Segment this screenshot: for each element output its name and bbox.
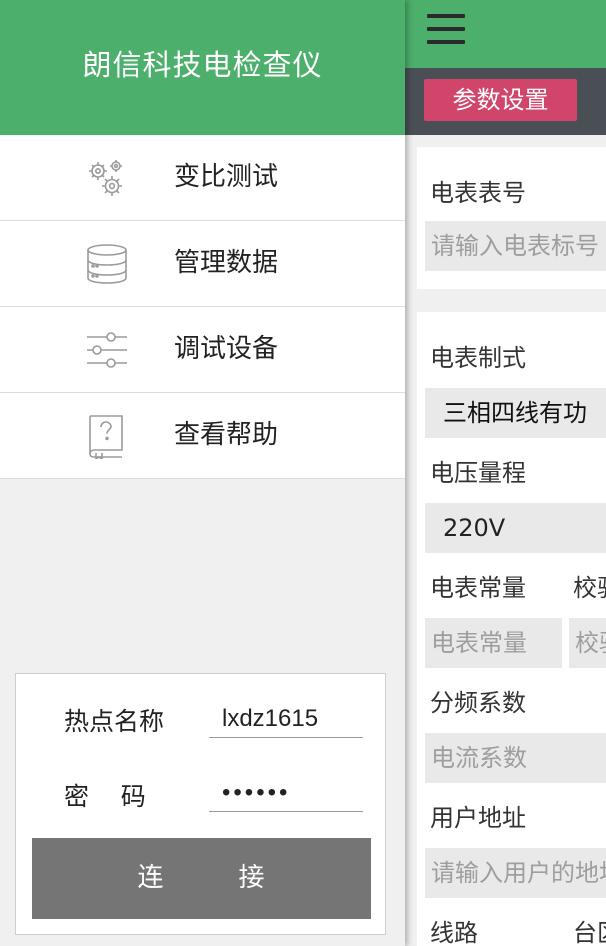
meter-number-label: 电表表号	[430, 179, 526, 207]
menu-item-manage-data[interactable]: 管理数据	[0, 221, 405, 307]
password-input[interactable]: ••••••	[209, 774, 363, 812]
meter-type-select[interactable]: 三相四线有功	[425, 388, 606, 438]
menu-item-debug-device[interactable]: 调试设备	[0, 307, 405, 393]
gears-icon	[89, 160, 122, 196]
meter-constant-input[interactable]: 电表常量	[425, 618, 562, 668]
menu-item-ratio-test[interactable]: 变比测试	[0, 135, 405, 221]
current-coefficient-input[interactable]: 电流系数	[425, 733, 606, 783]
voltage-range-label: 电压量程	[430, 459, 526, 487]
sliders-icon	[87, 332, 127, 368]
divider-coefficient-label: 分频系数	[430, 689, 526, 717]
menu-item-view-help[interactable]: 查看帮助	[0, 393, 405, 479]
verify-label: 校验	[573, 574, 606, 602]
meter-number-placeholder: 请输入电表标号	[431, 232, 599, 260]
meter-settings-card: 电表制式 三相四线有功 电压量程 220V 电表常量 校验 电表常量 校验 分频…	[417, 312, 606, 946]
navigation-drawer: 朗信科技电检查仪 变比测试 管理数据 调试设备 查看帮助 热点名称 lxdz16…	[0, 0, 405, 946]
meter-number-input[interactable]: 请输入电表标号	[425, 221, 606, 271]
verify-input[interactable]: 校验	[569, 618, 606, 668]
meter-type-value: 三相四线有功	[443, 399, 587, 427]
verify-placeholder: 校验	[575, 629, 606, 657]
user-address-placeholder: 请输入用户的地址	[431, 859, 606, 887]
hotspot-name-label: 热点名称	[64, 707, 165, 736]
menu-label-ratio-test: 变比测试	[174, 162, 279, 192]
station-area-label: 台区	[573, 919, 606, 946]
help-book-icon	[89, 415, 123, 459]
menu-label-view-help: 查看帮助	[174, 420, 279, 450]
user-address-input[interactable]: 请输入用户的地址	[425, 848, 606, 898]
top-app-bar	[405, 0, 606, 68]
connect-button[interactable]: 连 接	[32, 838, 371, 919]
tab-bar: 参数设置	[405, 68, 606, 135]
password-label: 密 码	[64, 782, 146, 811]
meter-constant-placeholder: 电表常量	[431, 629, 527, 657]
hotspot-name-input[interactable]: lxdz1615	[209, 700, 363, 738]
user-address-label: 用户地址	[430, 804, 526, 832]
tab-parameter-settings[interactable]: 参数设置	[424, 79, 577, 121]
menu-label-manage-data: 管理数据	[174, 248, 279, 278]
meter-number-card: 电表表号 请输入电表标号	[417, 147, 606, 289]
hotspot-connect-panel: 热点名称 lxdz1615 密 码 •••••• 连 接	[15, 673, 386, 935]
meter-type-label: 电表制式	[430, 344, 526, 372]
drawer-header-title: 朗信科技电检查仪	[0, 0, 405, 135]
voltage-range-select[interactable]: 220V	[425, 503, 606, 553]
drawer-menu: 变比测试 管理数据 调试设备 查看帮助	[0, 135, 405, 479]
hamburger-menu-icon[interactable]	[427, 14, 465, 46]
meter-constant-label: 电表常量	[430, 574, 526, 602]
voltage-range-value: 220V	[443, 514, 506, 542]
line-label: 线路	[430, 919, 478, 946]
current-coefficient-placeholder: 电流系数	[431, 744, 527, 772]
main-page: 参数设置 电表表号 请输入电表标号 电表制式 三相四线有功 电压量程 220V …	[405, 0, 606, 946]
menu-label-debug-device: 调试设备	[174, 334, 279, 364]
database-icon	[87, 244, 127, 284]
